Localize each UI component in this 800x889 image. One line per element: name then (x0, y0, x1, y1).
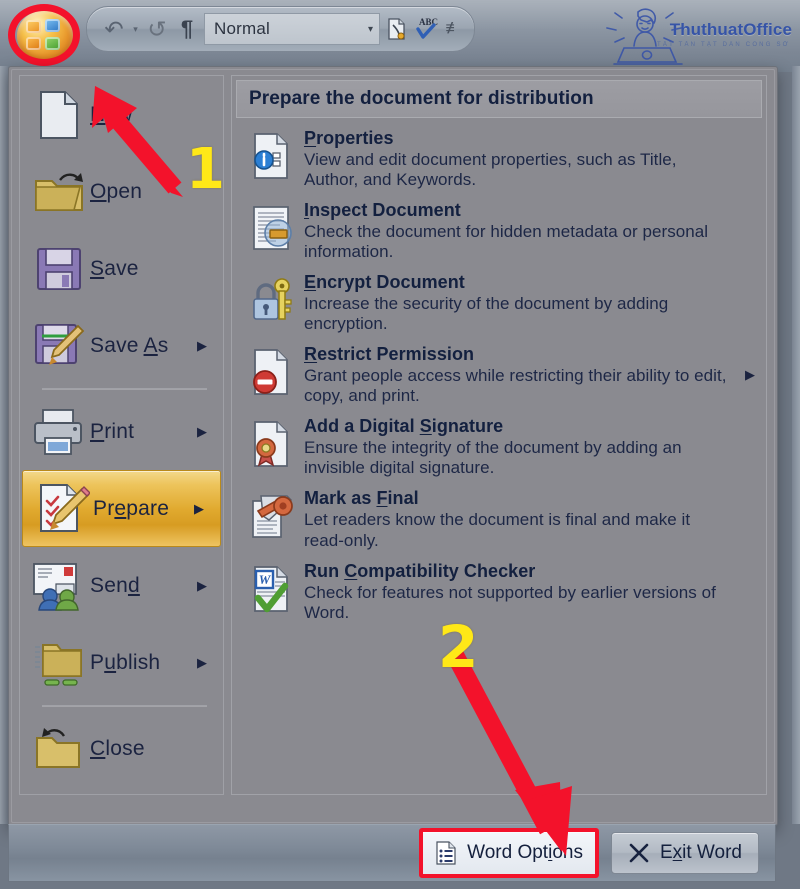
annotation-step-1: 1 (186, 137, 225, 202)
arrow-to-office-button (92, 86, 183, 197)
annotation-arrows (92, 86, 572, 856)
arrow-to-word-options (447, 650, 572, 856)
word-office-menu-screenshot: ↶ ▾ ↺ ¶ Normal ▾ ABC ≢ ThuthuatOffice TẤ… (0, 0, 800, 889)
annotation-step-2: 2 (438, 613, 479, 681)
